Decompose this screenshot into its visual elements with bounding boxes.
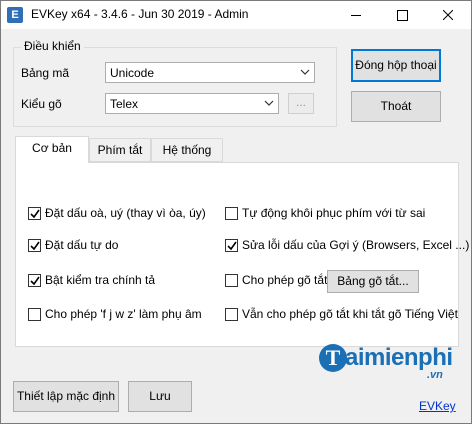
logo-domain: .vn — [427, 369, 443, 381]
chevron-down-icon — [300, 69, 310, 75]
option-label: Sửa lỗi dấu của Gợi ý (Browsers, Excel .… — [242, 238, 470, 252]
checkmark-icon — [227, 241, 237, 250]
checkbox-checked[interactable] — [225, 238, 238, 252]
close-dialog-button[interactable]: Đóng hộp thoại — [351, 49, 441, 82]
checkbox-unchecked[interactable] — [225, 307, 238, 321]
charset-value: Unicode — [110, 66, 155, 80]
checkmark-icon — [30, 276, 40, 285]
option-auto-restore[interactable]: Tự động khôi phục phím với từ sai — [225, 206, 425, 220]
checkbox-checked[interactable] — [28, 206, 41, 220]
option-label: Vẫn cho phép gõ tắt khi tắt gõ Tiếng Việ… — [242, 307, 458, 321]
minimize-button[interactable] — [333, 1, 379, 29]
tab-basic[interactable]: Cơ bản — [15, 136, 89, 163]
option-label: Đặt dấu oà, uý (thay vì òa, úy) — [45, 206, 206, 220]
method-select[interactable]: Telex — [105, 93, 279, 114]
control-group-box — [13, 47, 337, 127]
checkbox-checked[interactable] — [28, 238, 41, 252]
watermark-logo: T aimienphi .vn — [319, 342, 453, 382]
option-label: Cho phép gõ tắt — [242, 273, 328, 287]
control-group-legend: Điều khiển — [21, 39, 84, 53]
reset-defaults-button[interactable]: Thiết lập mặc định — [13, 381, 119, 412]
method-options-button[interactable]: ... — [288, 93, 314, 114]
method-label: Kiểu gõ — [21, 97, 62, 111]
charset-select[interactable]: Unicode — [105, 62, 315, 83]
reset-defaults-label: Thiết lập mặc định — [16, 389, 116, 403]
charset-label: Bảng mã — [21, 66, 70, 80]
tab-shortcuts[interactable]: Phím tắt — [89, 138, 151, 162]
close-window-button[interactable] — [425, 1, 471, 29]
option-fjwz-consonant[interactable]: Cho phép 'f j w z' làm phụ âm — [28, 307, 202, 321]
method-value: Telex — [110, 97, 139, 111]
option-label: Tự động khôi phục phím với từ sai — [242, 206, 426, 220]
option-allow-shortcut[interactable]: Cho phép gõ tắt — [225, 273, 327, 287]
window-title: EVKey x64 - 3.4.6 - Jun 30 2019 - Admin — [31, 7, 249, 21]
maximize-button[interactable] — [379, 1, 425, 29]
checkbox-unchecked[interactable] — [28, 307, 41, 321]
tab-system[interactable]: Hệ thống — [151, 138, 223, 162]
shortcut-table-button[interactable]: Bảng gõ tắt... — [327, 270, 419, 293]
option-label: Bật kiểm tra chính tả — [45, 273, 156, 287]
option-label: Đặt dấu tự do — [45, 238, 119, 252]
option-fix-suggest[interactable]: Sửa lỗi dấu của Gợi ý (Browsers, Excel .… — [225, 238, 469, 252]
option-spell-check[interactable]: Bật kiểm tra chính tả — [28, 273, 155, 287]
exit-button[interactable]: Thoát — [351, 91, 441, 122]
checkbox-unchecked[interactable] — [225, 273, 238, 287]
option-tone-old-style[interactable]: Đặt dấu oà, uý (thay vì òa, úy) — [28, 206, 206, 220]
option-label: Cho phép 'f j w z' làm phụ âm — [45, 307, 202, 321]
option-shortcut-when-off[interactable]: Vẫn cho phép gõ tắt khi tắt gõ Tiếng Việ… — [225, 307, 458, 321]
evkey-link[interactable]: EVKey — [419, 399, 456, 413]
checkmark-icon — [30, 241, 40, 250]
checkmark-icon — [30, 209, 40, 218]
logo-circle: T — [319, 344, 347, 372]
shortcut-table-label: Bảng gõ tắt... — [337, 274, 409, 288]
checkbox-unchecked[interactable] — [225, 206, 238, 220]
logo-text: aimienphi — [345, 344, 453, 371]
chevron-down-icon — [264, 100, 274, 106]
title-bar[interactable]: E EVKey x64 - 3.4.6 - Jun 30 2019 - Admi… — [1, 1, 471, 29]
main-window: E EVKey x64 - 3.4.6 - Jun 30 2019 - Admi… — [0, 0, 472, 424]
checkbox-checked[interactable] — [28, 273, 41, 287]
app-icon: E — [7, 7, 23, 23]
close-dialog-label: Đóng hộp thoại — [355, 58, 437, 72]
save-label: Lưu — [149, 389, 171, 403]
save-button[interactable]: Lưu — [128, 381, 192, 412]
option-free-tone[interactable]: Đặt dấu tự do — [28, 238, 118, 252]
exit-label: Thoát — [380, 99, 412, 113]
close-icon — [443, 10, 453, 20]
